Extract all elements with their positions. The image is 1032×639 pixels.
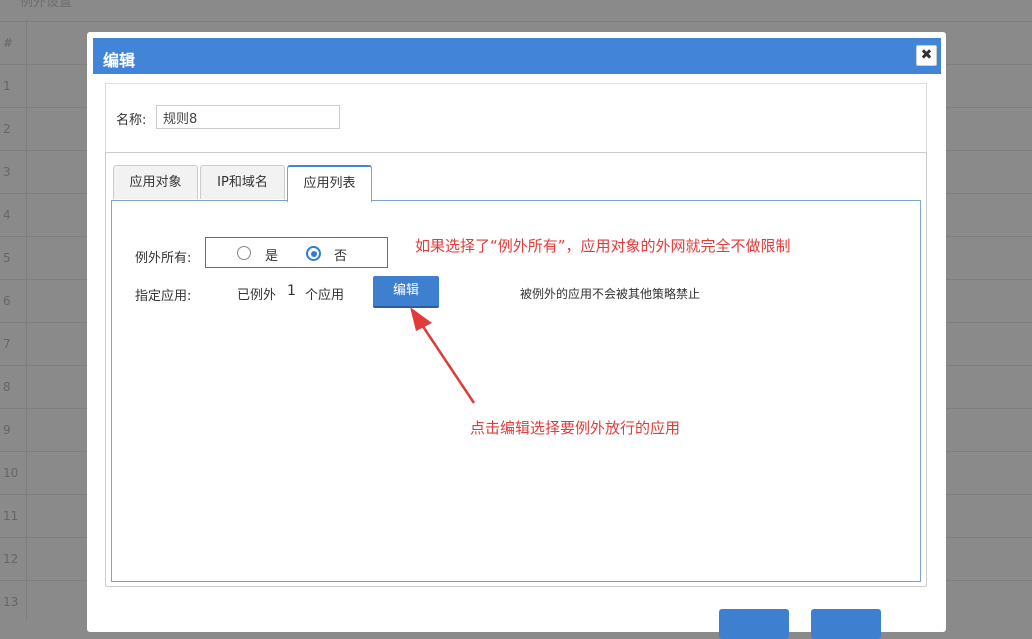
name-label: 名称: xyxy=(116,113,147,128)
close-icon[interactable]: ✖ xyxy=(916,45,937,66)
row-number: 1 xyxy=(3,79,11,93)
row-number: 9 xyxy=(3,423,11,437)
row-number: 13 xyxy=(3,595,19,609)
dialog-titlebar: 编辑 ✖ xyxy=(93,38,941,74)
note-text: 被例外的应用不会被其他策略禁止 xyxy=(520,287,701,301)
name-input[interactable] xyxy=(156,105,340,129)
background-page-title: 例外设置 xyxy=(20,0,73,10)
row-number: 6 xyxy=(3,294,11,308)
row-number: 5 xyxy=(3,251,11,265)
tab-content: 例外所有: 是 否 如果选择了“例外所有”，应用对象的外网就完全不做限制 指定应… xyxy=(111,200,921,582)
row-number: 10 xyxy=(3,466,19,480)
radio-no[interactable] xyxy=(306,246,321,261)
row-number: 11 xyxy=(3,509,19,523)
radio-no-label: 否 xyxy=(334,249,348,264)
excepted-prefix: 已例外 xyxy=(237,288,277,303)
tab-panel: 应用对象 IP和域名 应用列表 例外所有: 是 否 如果选择了“例外所有”，应用… xyxy=(105,152,927,587)
cancel-button[interactable] xyxy=(811,609,881,639)
tab-ip-domain[interactable]: IP和域名 xyxy=(200,165,285,199)
row-number: 2 xyxy=(3,122,11,136)
specify-app-label: 指定应用: xyxy=(135,289,192,304)
row-number: 12 xyxy=(3,552,19,566)
tab-app-object[interactable]: 应用对象 xyxy=(113,165,198,199)
excepted-suffix: 个应用 xyxy=(305,288,345,303)
annotation-highlight-box: 是 否 xyxy=(205,237,388,268)
tab-app-list[interactable]: 应用列表 xyxy=(287,165,372,202)
annotation-bottom: 点击编辑选择要例外放行的应用 xyxy=(470,419,681,437)
excepted-count: 1 xyxy=(287,283,296,299)
row-number: 7 xyxy=(3,337,11,351)
edit-dialog: 编辑 ✖ 名称: 应用对象 IP和域名 应用列表 例外所有: 是 否 如果选择了… xyxy=(87,32,946,639)
confirm-button[interactable] xyxy=(719,609,789,639)
header-cell: # xyxy=(3,36,14,50)
name-panel: 名称: xyxy=(105,83,927,153)
dialog-title: 编辑 xyxy=(103,51,136,70)
exception-all-label: 例外所有: xyxy=(135,251,192,266)
radio-yes[interactable] xyxy=(237,246,251,260)
radio-yes-label: 是 xyxy=(265,249,279,264)
row-number: 8 xyxy=(3,380,11,394)
annotation-top: 如果选择了“例外所有”，应用对象的外网就完全不做限制 xyxy=(415,237,791,255)
annotation-arrow-icon xyxy=(410,307,476,404)
row-number: 3 xyxy=(3,165,11,179)
row-number: 4 xyxy=(3,208,11,222)
